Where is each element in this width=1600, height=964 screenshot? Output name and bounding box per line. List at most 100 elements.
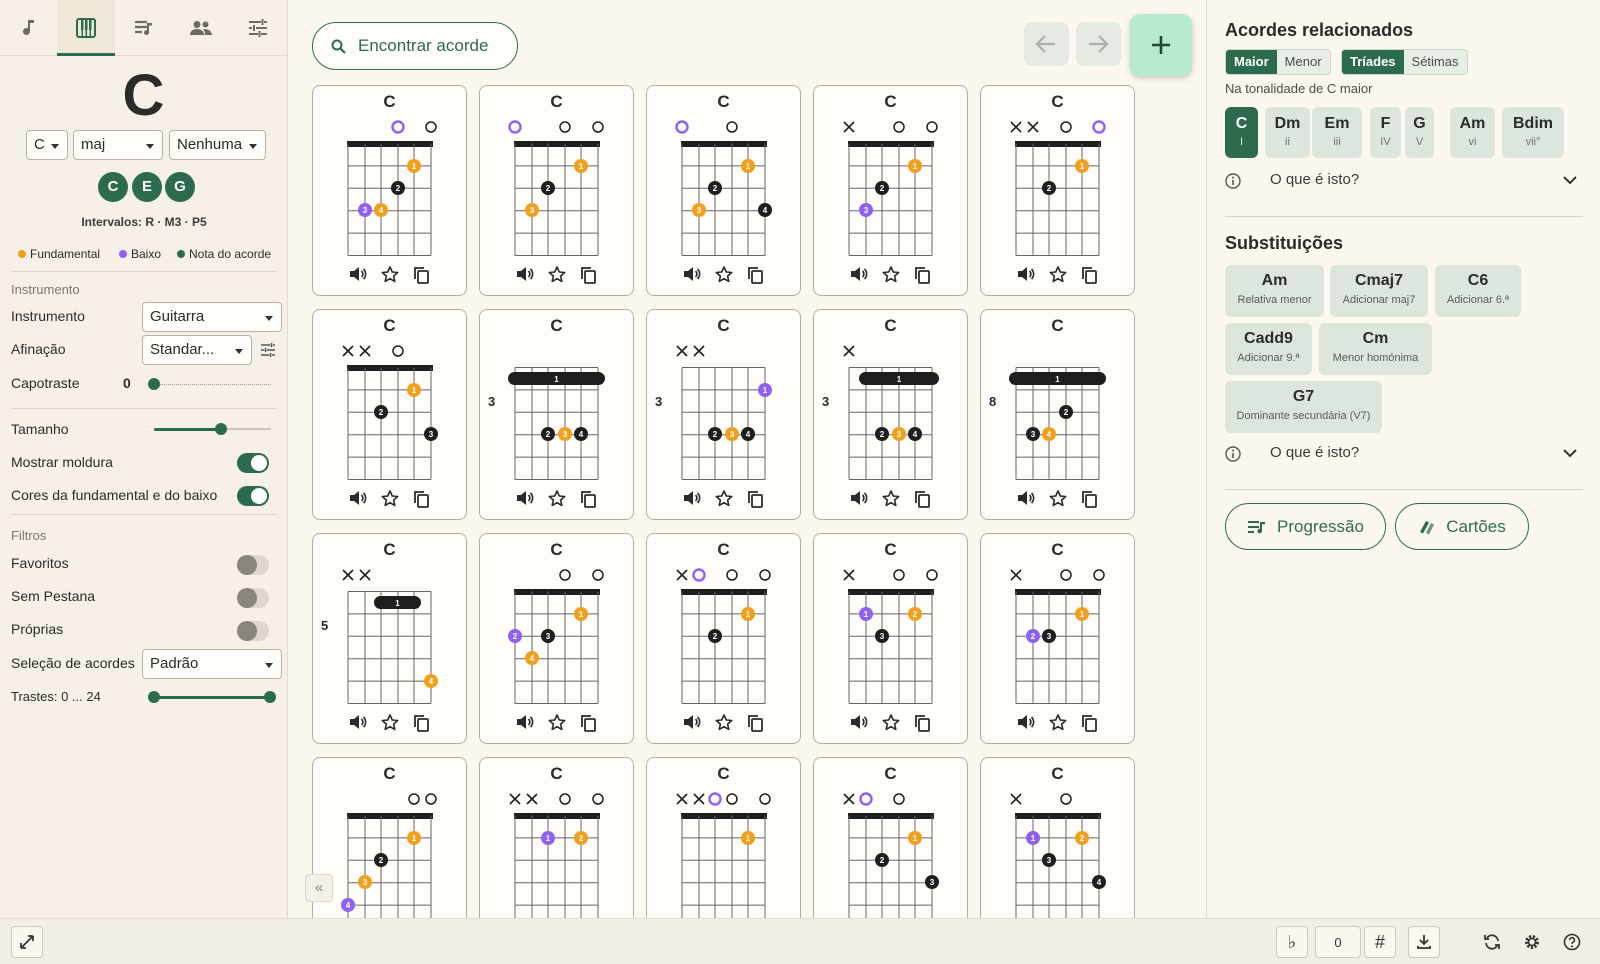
play-button[interactable] xyxy=(516,266,534,284)
play-button[interactable] xyxy=(683,266,701,284)
substitution-button[interactable]: Cm Menor homónima xyxy=(1319,323,1432,375)
play-button[interactable] xyxy=(1017,490,1035,508)
chord-note[interactable]: E xyxy=(132,172,162,202)
tab-people[interactable] xyxy=(172,0,229,55)
chord-card[interactable]: C1234F#CEGCE xyxy=(479,533,634,744)
chord-card[interactable]: C81234CGCEGC xyxy=(980,309,1135,520)
related-faq[interactable]: O que é isto? xyxy=(1225,170,1583,194)
related-chord-button[interactable]: CI xyxy=(1225,107,1258,158)
related-chord-button[interactable]: Am vi xyxy=(1450,107,1495,158)
tab-notes[interactable] xyxy=(0,0,57,55)
show-frame-toggle[interactable] xyxy=(237,453,269,473)
type-triads-option[interactable]: Tríades xyxy=(1342,50,1404,74)
favorite-button[interactable] xyxy=(882,490,900,508)
tune-settings-icon[interactable] xyxy=(260,342,276,358)
chord-card[interactable]: C123A#EGCE xyxy=(813,533,968,744)
chord-card[interactable]: C1243GCEGCE xyxy=(312,85,467,296)
tuning-select[interactable]: Standar... xyxy=(142,335,252,365)
copy-button[interactable] xyxy=(1081,714,1098,732)
tab-playlist[interactable] xyxy=(115,0,172,55)
frets-min-handle[interactable] xyxy=(148,691,160,703)
chord-card[interactable]: C123CEGCE xyxy=(813,85,968,296)
tab-settings[interactable] xyxy=(230,0,287,55)
copy-button[interactable] xyxy=(914,266,931,284)
chord-card[interactable]: C1234ECEGCG xyxy=(646,85,801,296)
settings-button[interactable] xyxy=(1516,926,1548,958)
forward-button[interactable] xyxy=(1076,22,1121,66)
play-button[interactable] xyxy=(516,714,534,732)
bass-select[interactable]: Nenhuma xyxy=(169,130,266,160)
collapse-sidebar-button[interactable]: « xyxy=(305,874,333,902)
chord-card[interactable]: C31234GCGCEG xyxy=(479,309,634,520)
favorite-button[interactable] xyxy=(882,266,900,284)
tab-piano[interactable] xyxy=(57,0,116,56)
favorite-button[interactable] xyxy=(548,714,566,732)
substitution-button[interactable]: G7 Dominante secundária (V7) xyxy=(1225,381,1382,433)
favorite-button[interactable] xyxy=(381,714,399,732)
chord-card[interactable]: C12AEGCE xyxy=(646,533,801,744)
substitution-button[interactable]: Cmaj7 Adicionar maj7 xyxy=(1330,265,1428,317)
related-chord-button[interactable]: Dm ii xyxy=(1265,107,1310,158)
copy-button[interactable] xyxy=(1081,490,1098,508)
substitutions-faq[interactable]: O que é isto? xyxy=(1225,443,1583,467)
frets-range-slider[interactable] xyxy=(154,696,271,699)
copy-button[interactable] xyxy=(1081,266,1098,284)
cards-button[interactable]: Cartões xyxy=(1395,503,1529,550)
chord-card[interactable]: C31234CGCEG xyxy=(813,309,968,520)
selection-select[interactable]: Padrão xyxy=(142,649,282,679)
substitution-button[interactable]: Cadd9 Adicionar 9.ª xyxy=(1225,323,1312,375)
play-button[interactable] xyxy=(1017,714,1035,732)
play-button[interactable] xyxy=(516,490,534,508)
chord-note[interactable]: G xyxy=(165,172,195,202)
chord-card[interactable]: C12EGCE xyxy=(980,85,1135,296)
copy-button[interactable] xyxy=(747,266,764,284)
play-button[interactable] xyxy=(683,490,701,508)
own-toggle[interactable] xyxy=(237,621,269,641)
chord-card[interactable]: C514GCEC xyxy=(312,533,467,744)
copy-button[interactable] xyxy=(747,490,764,508)
copy-button[interactable] xyxy=(580,266,597,284)
play-button[interactable] xyxy=(349,714,367,732)
favorite-button[interactable] xyxy=(1049,490,1067,508)
copy-button[interactable] xyxy=(580,714,597,732)
back-button[interactable] xyxy=(1024,22,1069,66)
favorite-button[interactable] xyxy=(548,266,566,284)
related-chord-button[interactable]: Bdim vii° xyxy=(1502,107,1564,158)
favorite-button[interactable] xyxy=(882,714,900,732)
play-button[interactable] xyxy=(850,266,868,284)
favorite-button[interactable] xyxy=(1049,266,1067,284)
chord-card[interactable]: C123ECEGCE xyxy=(479,85,634,296)
help-button[interactable] xyxy=(1556,926,1588,958)
copy-button[interactable] xyxy=(580,490,597,508)
sharp-button[interactable]: # xyxy=(1364,926,1396,958)
instrument-select[interactable]: Guitarra xyxy=(142,302,282,332)
copy-button[interactable] xyxy=(413,714,430,732)
flat-button[interactable]: ♭ xyxy=(1276,926,1308,958)
chord-card[interactable]: C123BEGCE xyxy=(980,533,1135,744)
favorite-button[interactable] xyxy=(715,714,733,732)
related-chord-button[interactable]: Em iii xyxy=(1312,107,1362,158)
favorites-toggle[interactable] xyxy=(237,555,269,575)
play-button[interactable] xyxy=(850,714,868,732)
frets-max-handle[interactable] xyxy=(264,691,276,703)
favorite-button[interactable] xyxy=(1049,714,1067,732)
root-select[interactable]: C xyxy=(26,130,68,160)
play-button[interactable] xyxy=(349,266,367,284)
play-button[interactable] xyxy=(683,714,701,732)
chord-note[interactable]: C xyxy=(98,172,128,202)
root-bass-colors-toggle[interactable] xyxy=(237,486,269,506)
progression-button[interactable]: Progressão xyxy=(1225,503,1386,550)
size-slider-handle[interactable] xyxy=(215,423,227,435)
quality-select[interactable]: maj xyxy=(73,130,163,160)
favorite-button[interactable] xyxy=(548,490,566,508)
favorite-button[interactable] xyxy=(715,490,733,508)
capo-slider-track[interactable] xyxy=(154,384,271,385)
add-button[interactable] xyxy=(1130,14,1192,76)
mode-minor-option[interactable]: Menor xyxy=(1276,50,1330,74)
play-button[interactable] xyxy=(850,490,868,508)
transpose-value[interactable]: 0 xyxy=(1315,926,1361,958)
sync-button[interactable] xyxy=(1476,926,1508,958)
play-button[interactable] xyxy=(1017,266,1035,284)
download-button[interactable] xyxy=(1408,926,1440,958)
mode-major-option[interactable]: Maior xyxy=(1226,50,1277,74)
